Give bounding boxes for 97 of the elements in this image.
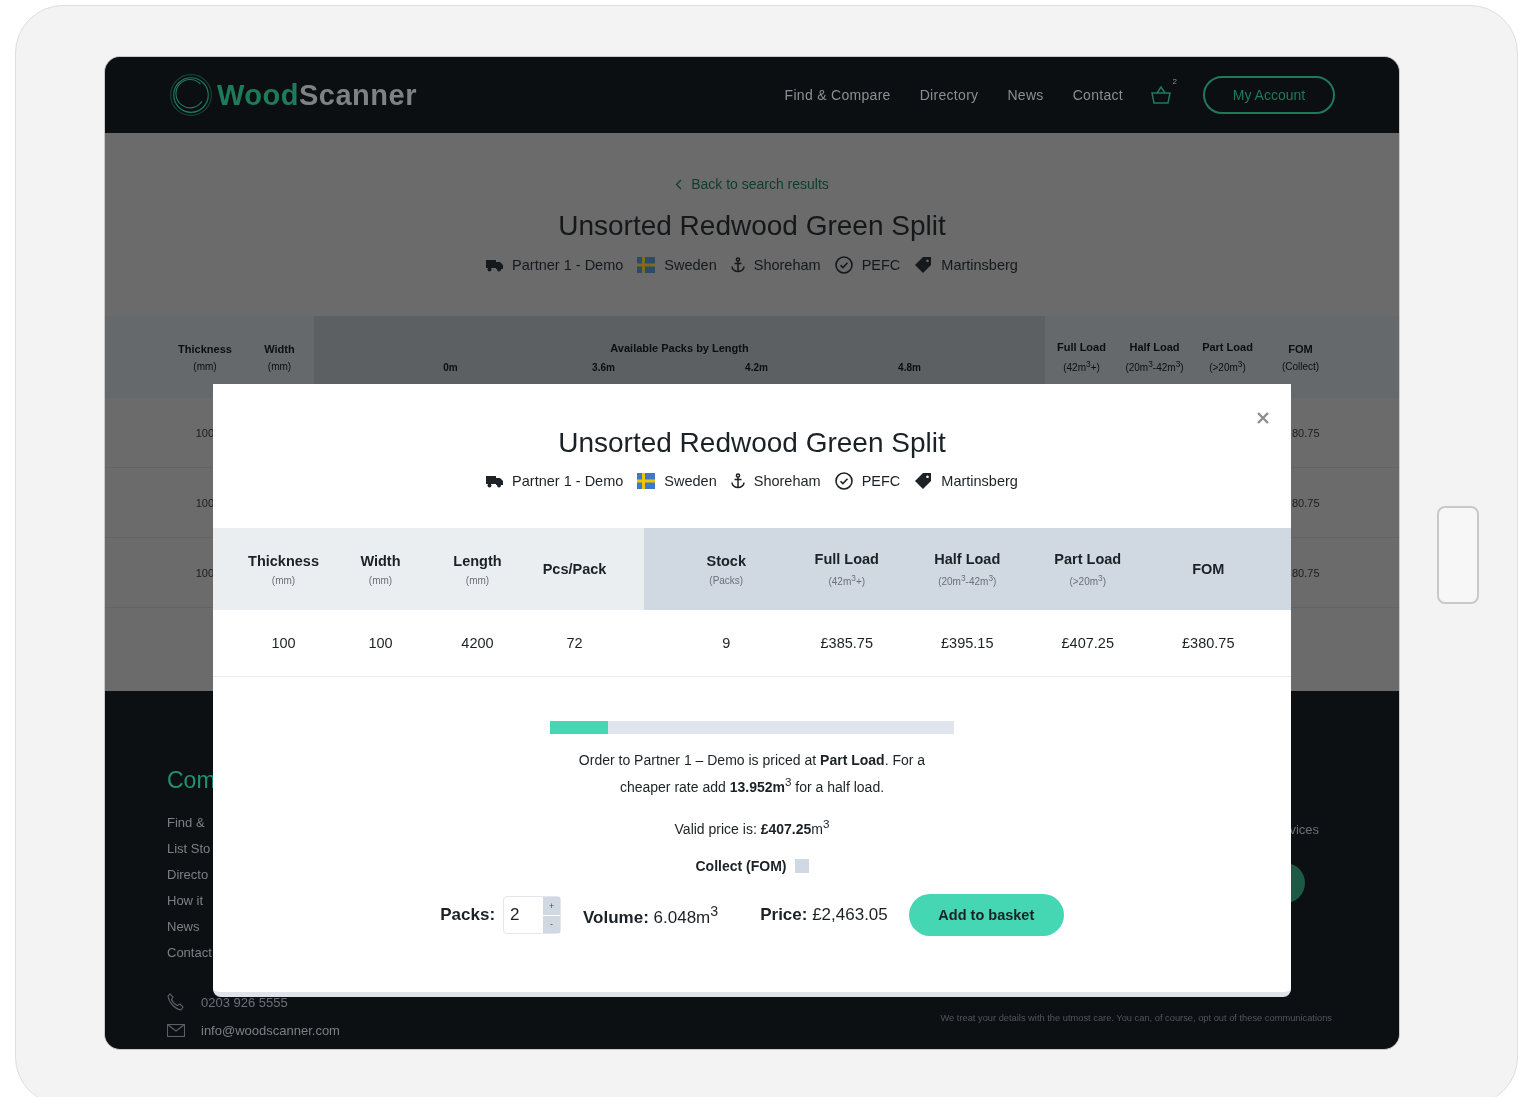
close-icon [1257,412,1269,424]
column-header: Width [264,342,295,355]
column-unit: (20m$^{3}$-42m$^{3}$) [1125,358,1184,374]
nav-link[interactable]: Contact [1072,87,1123,103]
modal-title: Unsorted Redwood Green Split [557,427,947,459]
supplier-label: Partner 1 - Demo [512,473,624,489]
close-button[interactable] [1257,412,1269,424]
footer-link[interactable]: vices [1289,822,1319,837]
column-unit: (Collect) [1281,360,1320,372]
table-cell: 80.75 [1292,496,1320,509]
column-unit: (Packs) [709,574,744,586]
logo-text: WoodScanner [217,78,417,112]
packs-label: Packs: [440,905,496,926]
column-header: Half Load [934,550,1001,567]
basket-icon [1151,86,1171,104]
column-unit: (mm) [193,360,217,372]
volume-text: Volume: 6.048m$^{3}$ [583,903,719,928]
table-cell: 9 [722,635,731,651]
port-label: Shoreham [753,257,821,273]
column-header: Thickness [248,552,319,569]
column-header: Part Load [1202,340,1253,353]
origin-label: Sweden [664,473,717,489]
column-unit: (42m$^{3}$+) [828,572,866,588]
check-circle-icon [834,472,853,490]
nav-link[interactable]: Find & Compare [784,87,891,103]
table-cell: £385.75 [820,635,873,651]
add-to-basket-button[interactable]: Add to basket [908,894,1064,937]
column-header: Width [360,552,401,569]
table-cell: 72 [566,635,583,651]
column-header: Stock [706,552,746,569]
column-unit: (mm) [368,574,393,586]
table-cell: 80.75 [1292,426,1320,439]
supplier-label: Partner 1 - Demo [512,257,624,273]
brand-label: Martinsberg [941,257,1018,273]
flag-icon [637,473,656,489]
column-header: FOM [1192,561,1225,577]
column-unit: (mm) [465,574,490,586]
flag-icon [637,257,656,273]
column-header: Thickness [178,342,232,355]
column-unit: (>20m$^{3}$) [1069,572,1107,588]
table-cell: £380.75 [1182,635,1235,651]
truck-icon [486,258,504,272]
column-unit: (mm) [267,360,292,372]
increment-button[interactable]: + [543,897,561,915]
column-unit: (20m$^{3}$-42m$^{3}$) [938,572,997,588]
nav-link[interactable]: News [1007,87,1044,103]
table-cell: 100 [368,635,393,651]
phone-number: 0203 926 5555 [201,994,288,1010]
length-label: 0m [442,361,459,373]
cart-count: 2 [1172,77,1177,86]
table-cell: £395.15 [941,635,994,651]
check-circle-icon [834,256,853,274]
account-button[interactable]: My Account [1203,76,1335,114]
table-cell: 4200 [461,635,494,651]
anchor-icon [730,257,745,273]
column-header: Length [453,552,502,569]
length-label: 4.8m [897,361,922,373]
certification-label: PEFC [861,473,901,489]
length-label: 4.2m [744,361,769,373]
tag-icon [914,473,933,489]
page-title: Unsorted Redwood Green Split [557,210,947,242]
column-unit: (>20m$^{3}$) [1209,358,1246,374]
origin-label: Sweden [664,257,717,273]
anchor-icon [730,473,745,489]
table-cell: 80.75 [1292,566,1320,579]
brand-label: Martinsberg [941,473,1018,489]
column-header: Half Load [1129,340,1180,353]
checkbox-label: Collect (FOM) [695,858,787,875]
table-cell: £407.25 [1061,635,1114,651]
column-header: Part Load [1054,550,1122,567]
chevron-left-icon [675,178,683,190]
valid-price: Valid price is: £407.25m$^{3}$ [674,816,830,837]
footer-heading: Com [167,767,211,794]
column-header: Full Load [814,550,879,567]
length-label: 3.6m [591,361,616,373]
price-text: Price: £2,463.05 [760,905,888,926]
port-label: Shoreham [753,473,821,489]
column-header: Pcs/Pack [542,561,607,577]
pricing-message: Order to Partner 1 – Demo is priced at Part Load. For a cheaper rate add 13.952m$^{3}$ for a half load. [577,751,927,797]
email-link[interactable]: info@woodscanner.com [201,1022,340,1038]
nav-link[interactable]: Directory [919,87,979,103]
column-header: FOM [1288,342,1313,355]
group-label: Available Packs by Length [609,341,750,354]
logo-rings-icon [169,73,213,117]
tag-icon [914,257,933,273]
column-unit: (42m$^{3}$+) [1063,358,1100,374]
column-header: Full Load [1057,340,1106,353]
decrement-button[interactable]: - [543,915,561,934]
phone-icon [167,993,185,1011]
table-cell: 100 [271,635,296,651]
packs-input[interactable]: 2 + - [503,896,562,935]
consent-note: We treat your details with the utmost care. You can, of course, opt out of these communications [940,1013,1332,1023]
collect-checkbox[interactable] [794,859,809,874]
certification-label: PEFC [861,257,901,273]
truck-icon [486,474,504,488]
column-unit: (mm) [271,574,296,586]
mail-icon [167,1023,185,1037]
